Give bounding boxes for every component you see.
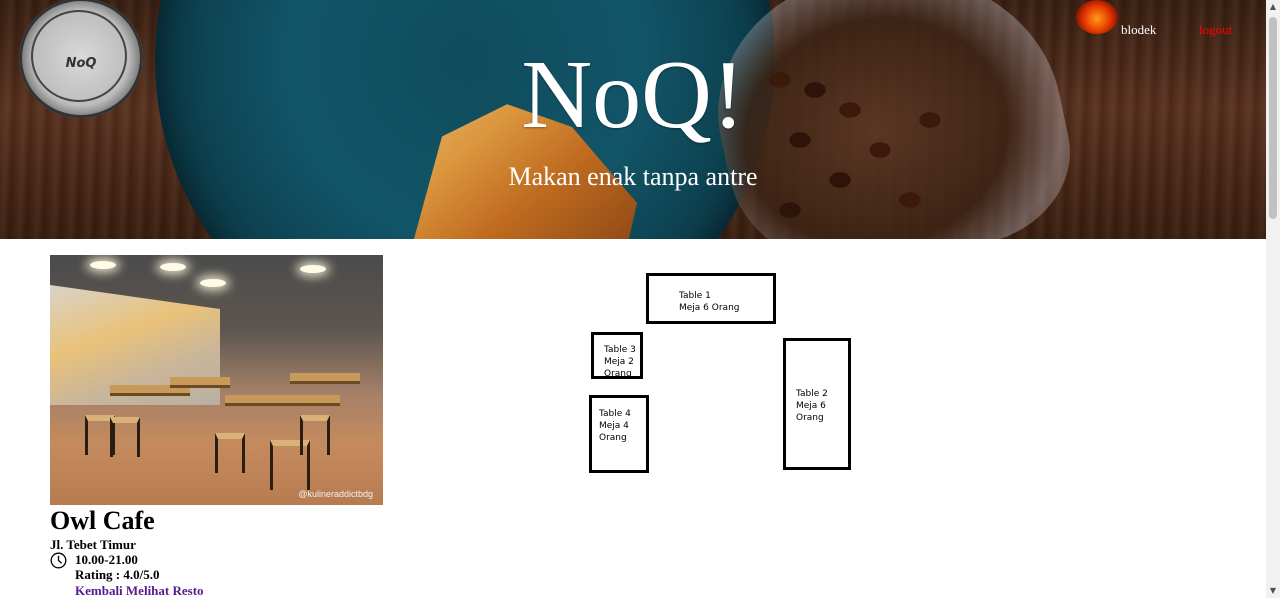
photo-ceiling-light xyxy=(160,263,186,271)
table-capacity: Meja 2 xyxy=(604,357,634,367)
photo-table xyxy=(290,373,360,384)
table-1-seat-map[interactable]: Table 1 Meja 6 Orang xyxy=(646,273,776,324)
table-capacity: Meja 6 xyxy=(796,401,826,411)
clock-icon xyxy=(50,552,67,569)
table-3-seat-map[interactable]: Table 3 Meja 2 Orang xyxy=(591,332,643,379)
table-capacity-unit: Orang xyxy=(796,413,824,423)
logout-link[interactable]: logout xyxy=(1199,22,1232,38)
photo-stool xyxy=(300,415,330,455)
table-name: Table 1 xyxy=(679,291,711,301)
username-link[interactable]: blodek xyxy=(1121,22,1156,38)
chevron-up-icon[interactable]: ▲ xyxy=(1266,0,1280,14)
table-name: Table 3 xyxy=(604,345,636,355)
table-capacity: Meja 6 Orang xyxy=(679,303,740,313)
chevron-down-icon[interactable]: ▼ xyxy=(1266,584,1280,598)
hero-banner: NoQ NoQ! Makan enak tanpa antre blodek l… xyxy=(0,0,1266,239)
table-4-seat-map[interactable]: Table 4 Meja 4 Orang xyxy=(589,395,649,473)
table-capacity: Meja 4 xyxy=(599,421,629,431)
photo-table xyxy=(170,377,230,388)
table-capacity-unit: Orang xyxy=(604,369,632,379)
photo-credit: @kulineraddictbdg xyxy=(298,489,373,499)
table-capacity-unit: Orang xyxy=(599,433,627,443)
site-title: NoQ! xyxy=(521,41,745,149)
restaurant-photo: @kulineraddictbdg xyxy=(50,255,383,505)
photo-ceiling-light xyxy=(90,261,116,269)
table-name: Table 4 xyxy=(599,409,631,419)
photo-table xyxy=(225,395,340,406)
restaurant-hours: 10.00-21.00 xyxy=(75,552,138,567)
table-name: Table 2 xyxy=(796,389,828,399)
restaurant-address: Jl. Tebet Timur xyxy=(50,537,136,552)
photo-ceiling-light xyxy=(200,279,226,287)
scrollbar-thumb[interactable] xyxy=(1269,17,1277,219)
back-to-resto-link[interactable]: Kembali Melihat Resto xyxy=(75,583,204,599)
site-tagline: Makan enak tanpa antre xyxy=(508,162,758,191)
restaurant-rating: Rating : 4.0/5.0 xyxy=(75,567,160,582)
photo-ceiling-light xyxy=(300,265,326,273)
photo-stool xyxy=(215,433,245,473)
photo-stool xyxy=(110,417,140,457)
restaurant-name: Owl Cafe xyxy=(50,506,155,535)
page-scrollbar[interactable]: ▲ ▼ xyxy=(1266,0,1280,598)
user-avatar[interactable] xyxy=(1076,0,1118,34)
table-2-seat-map[interactable]: Table 2 Meja 6 Orang xyxy=(783,338,851,470)
